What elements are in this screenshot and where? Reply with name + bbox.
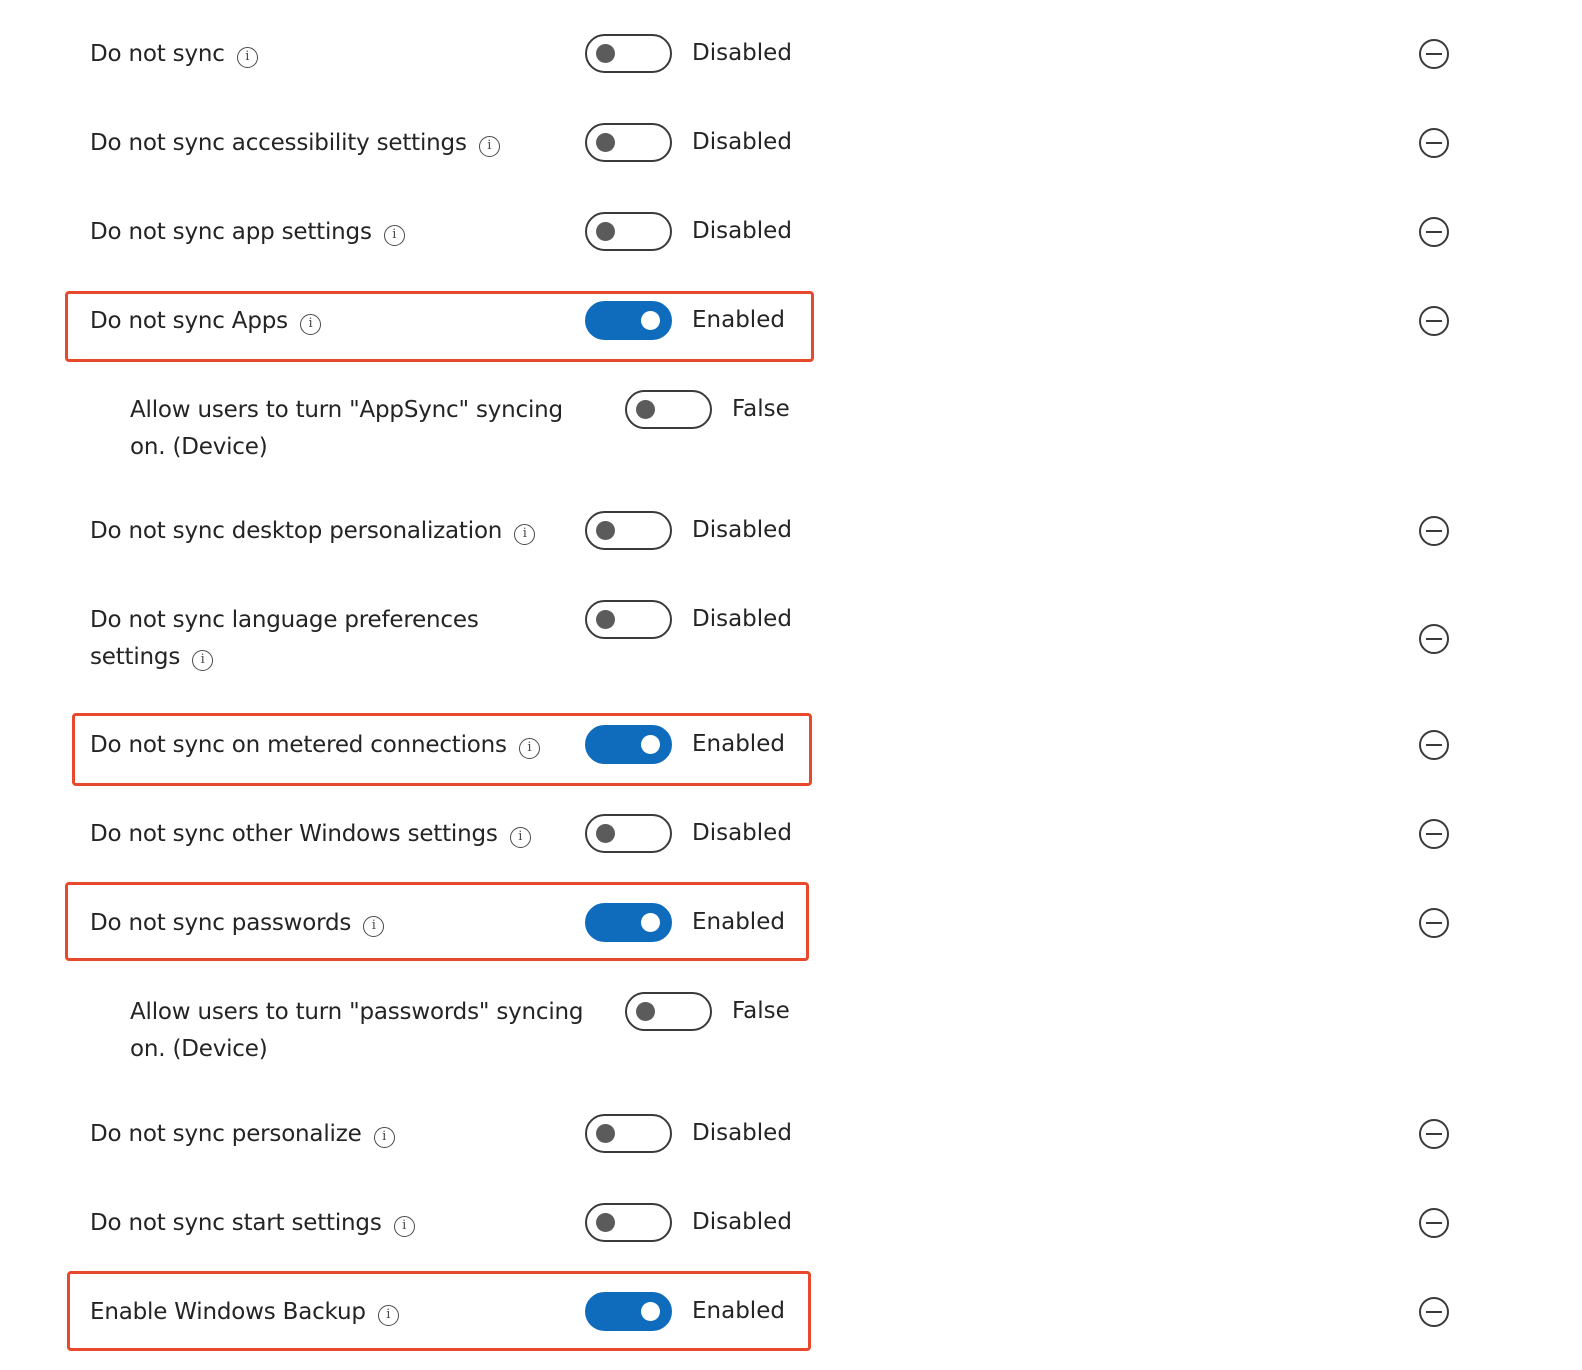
toggle-knob (596, 1124, 615, 1143)
toggle-switch[interactable] (585, 1292, 672, 1331)
toggle-switch[interactable] (585, 123, 672, 162)
toggle-switch[interactable] (585, 34, 672, 73)
toggle-switch[interactable] (585, 600, 672, 639)
setting-state: False (732, 998, 790, 1024)
toggle-switch[interactable] (625, 390, 712, 429)
setting-state: Disabled (692, 1120, 792, 1146)
setting-state: False (732, 396, 790, 422)
setting-label: Do not sync on metered connections (90, 732, 507, 758)
toggle-switch[interactable] (585, 725, 672, 764)
remove-circle-icon[interactable] (1419, 128, 1449, 158)
toggle-knob (596, 824, 615, 843)
info-icon[interactable]: i (383, 225, 405, 246)
toggle-knob (596, 1213, 615, 1232)
setting-state: Enabled (692, 731, 785, 757)
setting-state: Disabled (692, 606, 792, 632)
info-icon[interactable]: i (509, 827, 531, 848)
remove-circle-icon[interactable] (1419, 1119, 1449, 1149)
setting-label: Do not sync start settings (90, 1210, 382, 1236)
remove-circle-icon[interactable] (1419, 39, 1449, 69)
setting-label: Do not sync Apps (90, 308, 288, 334)
toggle-switch[interactable] (585, 903, 672, 942)
info-icon[interactable]: i (236, 47, 258, 68)
info-icon[interactable]: i (478, 136, 500, 157)
setting-label: Do not sync accessibility settings (90, 130, 467, 156)
remove-circle-icon[interactable] (1419, 730, 1449, 760)
toggle-switch[interactable] (585, 814, 672, 853)
info-icon[interactable]: i (363, 916, 385, 937)
toggle-switch[interactable] (585, 301, 672, 340)
info-icon[interactable]: i (192, 650, 214, 671)
setting-label: Enable Windows Backup (90, 1299, 366, 1325)
toggle-knob (636, 1002, 655, 1021)
setting-state: Disabled (692, 517, 792, 543)
toggle-knob (641, 1302, 660, 1321)
setting-label: Allow users to turn "passwords" syncing … (130, 999, 584, 1062)
info-icon[interactable]: i (518, 738, 540, 759)
setting-label: Do not sync other Windows settings (90, 821, 498, 847)
toggle-switch[interactable] (585, 511, 672, 550)
toggle-switch[interactable] (585, 1114, 672, 1153)
toggle-knob (596, 133, 615, 152)
remove-circle-icon[interactable] (1419, 1297, 1449, 1327)
remove-circle-icon[interactable] (1419, 624, 1449, 654)
toggle-switch[interactable] (625, 992, 712, 1031)
info-icon[interactable]: i (377, 1305, 399, 1326)
toggle-knob (636, 400, 655, 419)
info-icon[interactable]: i (393, 1216, 415, 1237)
setting-state: Disabled (692, 129, 792, 155)
setting-state: Enabled (692, 1298, 785, 1324)
toggle-knob (641, 913, 660, 932)
setting-state: Disabled (692, 1209, 792, 1235)
toggle-knob (596, 521, 615, 540)
remove-circle-icon[interactable] (1419, 1208, 1449, 1238)
setting-label: Do not sync desktop personalization (90, 518, 503, 544)
setting-state: Enabled (692, 307, 785, 333)
toggle-knob (641, 735, 660, 754)
toggle-knob (596, 222, 615, 241)
remove-circle-icon[interactable] (1419, 516, 1449, 546)
info-icon[interactable]: i (514, 524, 536, 545)
remove-circle-icon[interactable] (1419, 306, 1449, 336)
setting-state: Disabled (692, 820, 792, 846)
info-icon[interactable]: i (373, 1127, 395, 1148)
remove-circle-icon[interactable] (1419, 819, 1449, 849)
setting-state: Disabled (692, 218, 792, 244)
setting-label: Allow users to turn "AppSync" syncing on… (130, 397, 563, 460)
setting-label: Do not sync passwords (90, 910, 352, 936)
toggle-knob (596, 610, 615, 629)
toggle-knob (596, 44, 615, 63)
toggle-switch[interactable] (585, 1203, 672, 1242)
setting-label: Do not sync language preferences setting… (90, 607, 479, 670)
remove-circle-icon[interactable] (1419, 908, 1449, 938)
setting-label: Do not sync app settings (90, 219, 372, 245)
toggle-knob (641, 311, 660, 330)
remove-circle-icon[interactable] (1419, 217, 1449, 247)
setting-label: Do not sync personalize (90, 1121, 362, 1147)
toggle-switch[interactable] (585, 212, 672, 251)
setting-state: Enabled (692, 909, 785, 935)
info-icon[interactable]: i (299, 314, 321, 335)
setting-label: Do not sync (90, 41, 225, 67)
setting-state: Disabled (692, 40, 792, 66)
